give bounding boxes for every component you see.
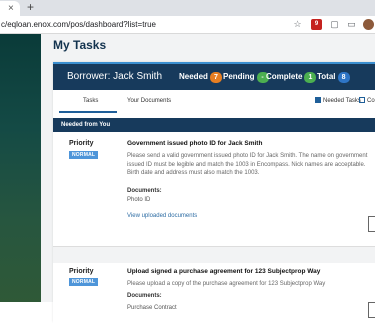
upload-button[interactable] (368, 216, 375, 232)
browser-toolbar: c/eqloan.enox.com/pos/dashboard?list=tru… (0, 16, 375, 34)
browser-tab[interactable]: × (0, 1, 20, 16)
borrower-name: Borrower: Jack Smith (67, 71, 163, 82)
page-title: My Tasks (53, 38, 107, 52)
borrower-bar: Borrower: Jack Smith Needed 7 Pending - Co… (53, 62, 375, 90)
completed-tasks-checkbox[interactable]: Co (359, 97, 375, 104)
active-tab-indicator (59, 111, 117, 113)
priority-label: Priority (69, 140, 94, 147)
priority-badge: NORMAL (69, 278, 99, 286)
task-title: Upload signed a purchase agreement for 1… (127, 268, 321, 275)
task-description: Please send a valid government issued ph… (127, 153, 368, 176)
tab-bar: Tasks Your Documents Needed Tasks Co (53, 90, 375, 114)
upload-button[interactable] (368, 302, 375, 318)
task-title: Government issued photo ID for Jack Smit… (127, 140, 263, 147)
tab-your-documents[interactable]: Your Documents (127, 98, 171, 104)
priority-badge: NORMAL (69, 151, 99, 159)
stat-total[interactable]: Total 8 (317, 72, 350, 83)
needed-tasks-checkbox[interactable]: Needed Tasks (315, 97, 361, 104)
stat-complete[interactable]: Complete 1 (266, 72, 317, 83)
stat-total-label: Total (317, 72, 336, 81)
profile-avatar[interactable] (363, 19, 374, 30)
tab-tasks[interactable]: Tasks (83, 98, 98, 104)
section-header-needed: Needed from You (53, 118, 375, 132)
task-item: Priority NORMAL Government issued photo … (53, 132, 375, 247)
left-sidebar (0, 34, 41, 302)
stat-pending[interactable]: Pending - (223, 72, 269, 83)
tasks-card: Borrower: Jack Smith Needed 7 Pending - Co… (53, 62, 375, 324)
bookmark-star-icon[interactable]: ☆ (292, 19, 303, 30)
extension-icon[interactable]: 9 (311, 19, 322, 30)
document-item: Photo ID (127, 197, 151, 203)
checkbox-unchecked-icon (359, 97, 365, 103)
task-description: Please upload a copy of the purchase agr… (127, 281, 326, 287)
stat-needed[interactable]: Needed 7 (179, 72, 222, 83)
documents-label: Documents: (127, 293, 162, 299)
new-tab-button[interactable]: + (27, 1, 34, 14)
stat-complete-count: 1 (304, 72, 317, 83)
main-content: My Tasks Borrower: Jack Smith Needed 7 Pe… (41, 34, 375, 324)
browser-tab-strip: × + (0, 0, 375, 16)
stat-complete-label: Complete (266, 72, 303, 81)
needed-tasks-label: Needed Tasks (323, 98, 361, 104)
close-tab-icon[interactable]: × (8, 3, 14, 15)
document-item: Purchase Contract (127, 305, 177, 311)
stat-pending-label: Pending (223, 72, 255, 81)
address-bar[interactable]: c/eqloan.enox.com/pos/dashboard?list=tru… (0, 18, 301, 31)
view-uploaded-documents-link[interactable]: View uploaded documents (127, 213, 197, 219)
checkbox-checked-icon (315, 97, 321, 103)
stat-needed-label: Needed (179, 72, 208, 81)
completed-tasks-label: Co (367, 98, 375, 104)
documents-label: Documents: (127, 188, 162, 194)
task-separator (53, 247, 375, 263)
task-item: Priority NORMAL Upload signed a purchase… (53, 264, 375, 324)
stat-total-count: 8 (337, 72, 350, 83)
stat-needed-count: 7 (209, 72, 222, 83)
extensions-puzzle-icon[interactable]: ▢ (329, 19, 340, 30)
priority-label: Priority (69, 268, 94, 275)
side-panel-icon[interactable]: ▭ (346, 19, 357, 30)
